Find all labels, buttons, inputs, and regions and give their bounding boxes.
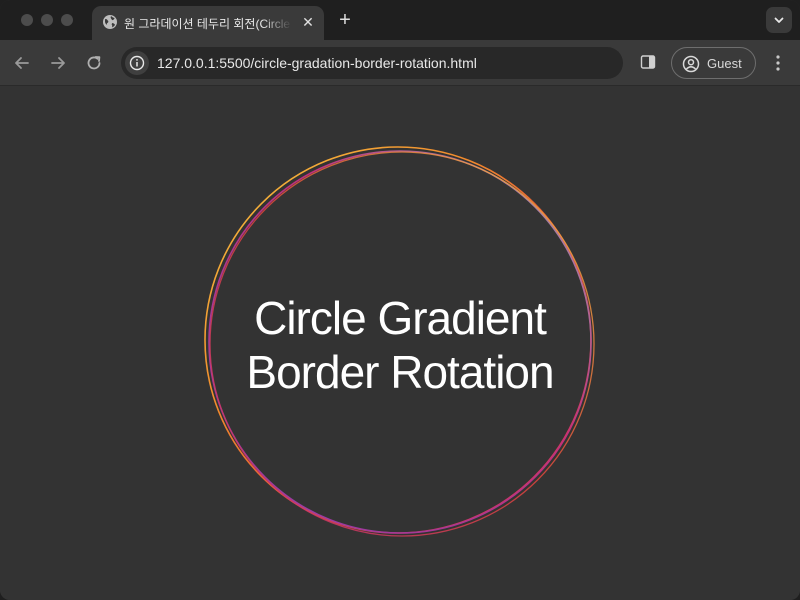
tab-search-button[interactable] — [766, 7, 792, 33]
url-text[interactable]: 127.0.0.1:5500/circle-gradation-border-r… — [157, 55, 477, 71]
chevron-down-icon — [774, 17, 784, 23]
info-icon — [129, 55, 145, 71]
new-tab-button[interactable]: + — [334, 9, 356, 31]
page-viewport: Circle Gradient Border Rotation — [0, 87, 800, 600]
profile-button[interactable]: Guest — [671, 47, 756, 79]
arrow-left-icon[interactable] — [11, 52, 33, 74]
side-panel-icon[interactable] — [640, 54, 656, 70]
profile-label: Guest — [707, 56, 742, 71]
arrow-right-icon[interactable] — [47, 52, 69, 74]
toolbar: 127.0.0.1:5500/circle-gradation-border-r… — [0, 40, 800, 86]
close-window-button[interactable] — [21, 14, 33, 26]
reload-icon[interactable] — [83, 52, 105, 74]
browser-window: 원 그라데이션 테두리 회전(Circle Gradient Border Ro… — [0, 0, 800, 600]
heading-line-2: Border Rotation — [246, 346, 554, 398]
tab-strip: 원 그라데이션 테두리 회전(Circle Gradient Border Ro… — [0, 0, 800, 40]
site-info-button[interactable] — [125, 51, 149, 75]
page-heading: Circle Gradient Border Rotation — [200, 291, 600, 399]
tab-title: 원 그라데이션 테두리 회전(Circle Gradient Border Ro… — [124, 17, 292, 31]
heading-line-1: Circle Gradient — [254, 292, 547, 344]
tab-close-button[interactable]: ✕ — [299, 13, 317, 31]
minimize-window-button[interactable] — [41, 14, 53, 26]
address-bar[interactable]: 127.0.0.1:5500/circle-gradation-border-r… — [121, 47, 623, 79]
zoom-window-button[interactable] — [61, 14, 73, 26]
kebab-menu-icon[interactable] — [770, 52, 786, 74]
user-circle-icon — [682, 55, 700, 73]
globe-icon — [103, 15, 117, 29]
tab-active[interactable]: 원 그라데이션 테두리 회전(Circle Gradient Border Ro… — [92, 6, 324, 40]
